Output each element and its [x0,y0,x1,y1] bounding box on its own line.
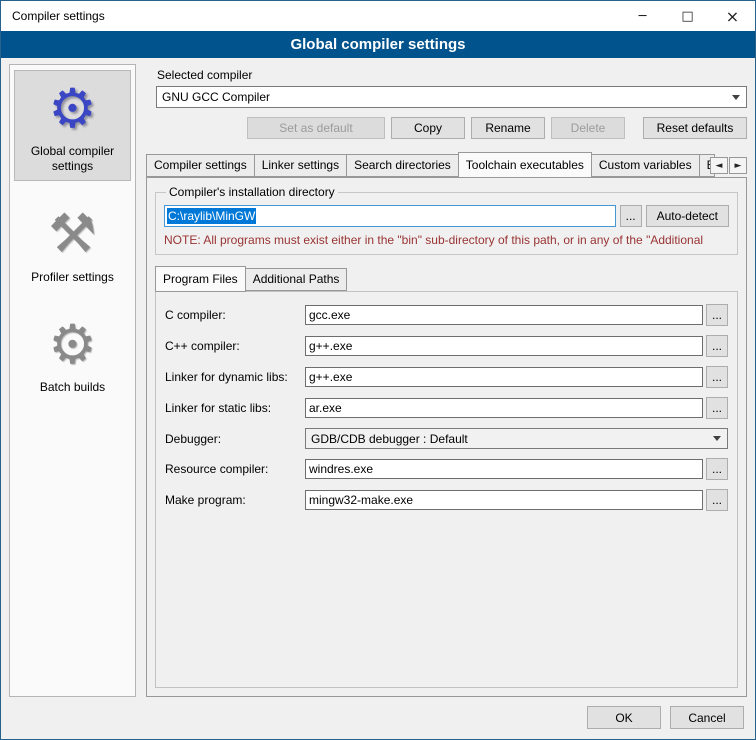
installation-directory-group: Compiler's installation directory C:\ray… [155,185,738,255]
minimize-button[interactable]: ─ [620,1,665,31]
dialog-header: Global compiler settings [1,31,755,58]
copy-button[interactable]: Copy [391,117,465,139]
make-program-browse-button[interactable]: ... [706,489,728,511]
delete-button: Delete [551,117,625,139]
field-row-c-compiler: C compiler: ... [165,304,728,326]
maximize-icon: □ [681,9,693,24]
hammer-icon: ⚒ [48,204,96,263]
tab-scroll-controls: ◄ ► [710,157,747,174]
executables-subtabs: Program Files Additional Paths [155,266,738,291]
debugger-dropdown[interactable]: GDB/CDB debugger : Default [305,428,728,449]
linker-dynamic-input[interactable] [305,367,703,387]
linker-dynamic-label: Linker for dynamic libs: [165,370,305,384]
sidebar-item-label: Batch builds [40,380,105,395]
dialog-footer: OK Cancel [1,703,755,739]
cpp-compiler-browse-button[interactable]: ... [706,335,728,357]
rename-button[interactable]: Rename [471,117,545,139]
sidebar-item-label: Profiler settings [31,270,114,285]
subtab-additional-paths[interactable]: Additional Paths [245,268,348,291]
tab-search-directories[interactable]: Search directories [346,154,459,177]
cpp-compiler-label: C++ compiler: [165,339,305,353]
field-row-resource-compiler: Resource compiler: ... [165,458,728,480]
tab-scroll-right-button[interactable]: ► [729,157,747,174]
maximize-button[interactable]: □ [665,1,710,31]
linker-static-browse-button[interactable]: ... [706,397,728,419]
make-program-input[interactable] [305,490,703,510]
compiler-settings-dialog: Compiler settings ─ □ × Global compiler … [0,0,756,740]
field-row-linker-static: Linker for static libs: ... [165,397,728,419]
sidebar-item-profiler-settings[interactable]: ⚒ Profiler settings [14,195,131,291]
linker-static-label: Linker for static libs: [165,401,305,415]
compiler-selection-section: Selected compiler GNU GCC Compiler Set a… [146,66,747,139]
sidebar-item-global-compiler-settings[interactable]: ⚙ Global compiler settings [14,70,131,181]
linker-static-input[interactable] [305,398,703,418]
dialog-content: ⚙ Global compiler settings ⚒ Profiler se… [1,58,755,703]
sidebar-item-batch-builds[interactable]: ⚙ Batch builds [14,306,131,402]
settings-category-list: ⚙ Global compiler settings ⚒ Profiler se… [9,64,136,697]
field-row-make-program: Make program: ... [165,489,728,511]
tab-compiler-settings[interactable]: Compiler settings [146,154,255,177]
field-row-debugger: Debugger: GDB/CDB debugger : Default [165,428,728,449]
tab-scroll-left-button[interactable]: ◄ [710,157,728,174]
auto-detect-button[interactable]: Auto-detect [646,205,729,227]
close-button[interactable]: × [710,1,755,31]
debugger-label: Debugger: [165,432,305,446]
installation-directory-input[interactable]: C:\raylib\MinGW [164,205,616,227]
program-files-panel: C compiler: ... C++ compiler: ... Linker… [155,291,738,688]
arrow-left-icon: ◄ [716,161,723,171]
selected-compiler-label: Selected compiler [157,68,747,82]
titlebar[interactable]: Compiler settings ─ □ × [1,1,755,31]
ok-button[interactable]: OK [587,706,661,729]
compiler-actions: Set as default Copy Rename Delete Reset … [156,117,747,139]
window-title: Compiler settings [1,9,105,23]
bin-subdirectory-note: NOTE: All programs must exist either in … [164,233,729,247]
debugger-value: GDB/CDB debugger : Default [311,432,468,446]
settings-tabs: Compiler settings Linker settings Search… [146,152,747,177]
page-title: Global compiler settings [290,36,465,53]
installation-directory-row: C:\raylib\MinGW ... Auto-detect [164,205,729,227]
tab-toolchain-executables[interactable]: Toolchain executables [458,152,592,178]
cancel-button[interactable]: Cancel [670,706,744,729]
minimize-icon: ─ [639,9,647,24]
resource-compiler-browse-button[interactable]: ... [706,458,728,480]
main-panel: Selected compiler GNU GCC Compiler Set a… [146,64,747,697]
window-controls: ─ □ × [620,1,755,31]
reset-defaults-button[interactable]: Reset defaults [643,117,747,139]
resource-compiler-input[interactable] [305,459,703,479]
selected-compiler-dropdown[interactable]: GNU GCC Compiler [156,86,747,108]
installation-directory-group-label: Compiler's installation directory [166,185,338,199]
chevron-down-icon [727,88,745,106]
gear-icon: ⚙ [48,79,96,138]
arrow-right-icon: ► [735,161,742,171]
field-row-linker-dynamic: Linker for dynamic libs: ... [165,366,728,388]
make-program-label: Make program: [165,493,305,507]
linker-dynamic-browse-button[interactable]: ... [706,366,728,388]
subtab-program-files[interactable]: Program Files [155,266,246,292]
sidebar-item-label: Global compiler settings [17,144,128,174]
cpp-compiler-input[interactable] [305,336,703,356]
c-compiler-browse-button[interactable]: ... [706,304,728,326]
installation-directory-value: C:\raylib\MinGW [167,208,256,224]
gears-icon: ⚙ [48,315,96,374]
c-compiler-label: C compiler: [165,308,305,322]
resource-compiler-label: Resource compiler: [165,462,305,476]
toolchain-executables-panel: Compiler's installation directory C:\ray… [146,177,747,697]
browse-directory-button[interactable]: ... [620,205,642,227]
tab-linker-settings[interactable]: Linker settings [254,154,347,177]
c-compiler-input[interactable] [305,305,703,325]
selected-compiler-value: GNU GCC Compiler [162,90,270,104]
chevron-down-icon [708,430,726,447]
field-row-cpp-compiler: C++ compiler: ... [165,335,728,357]
set-as-default-button: Set as default [247,117,385,139]
tab-custom-variables[interactable]: Custom variables [591,154,700,177]
close-icon: × [726,7,739,26]
